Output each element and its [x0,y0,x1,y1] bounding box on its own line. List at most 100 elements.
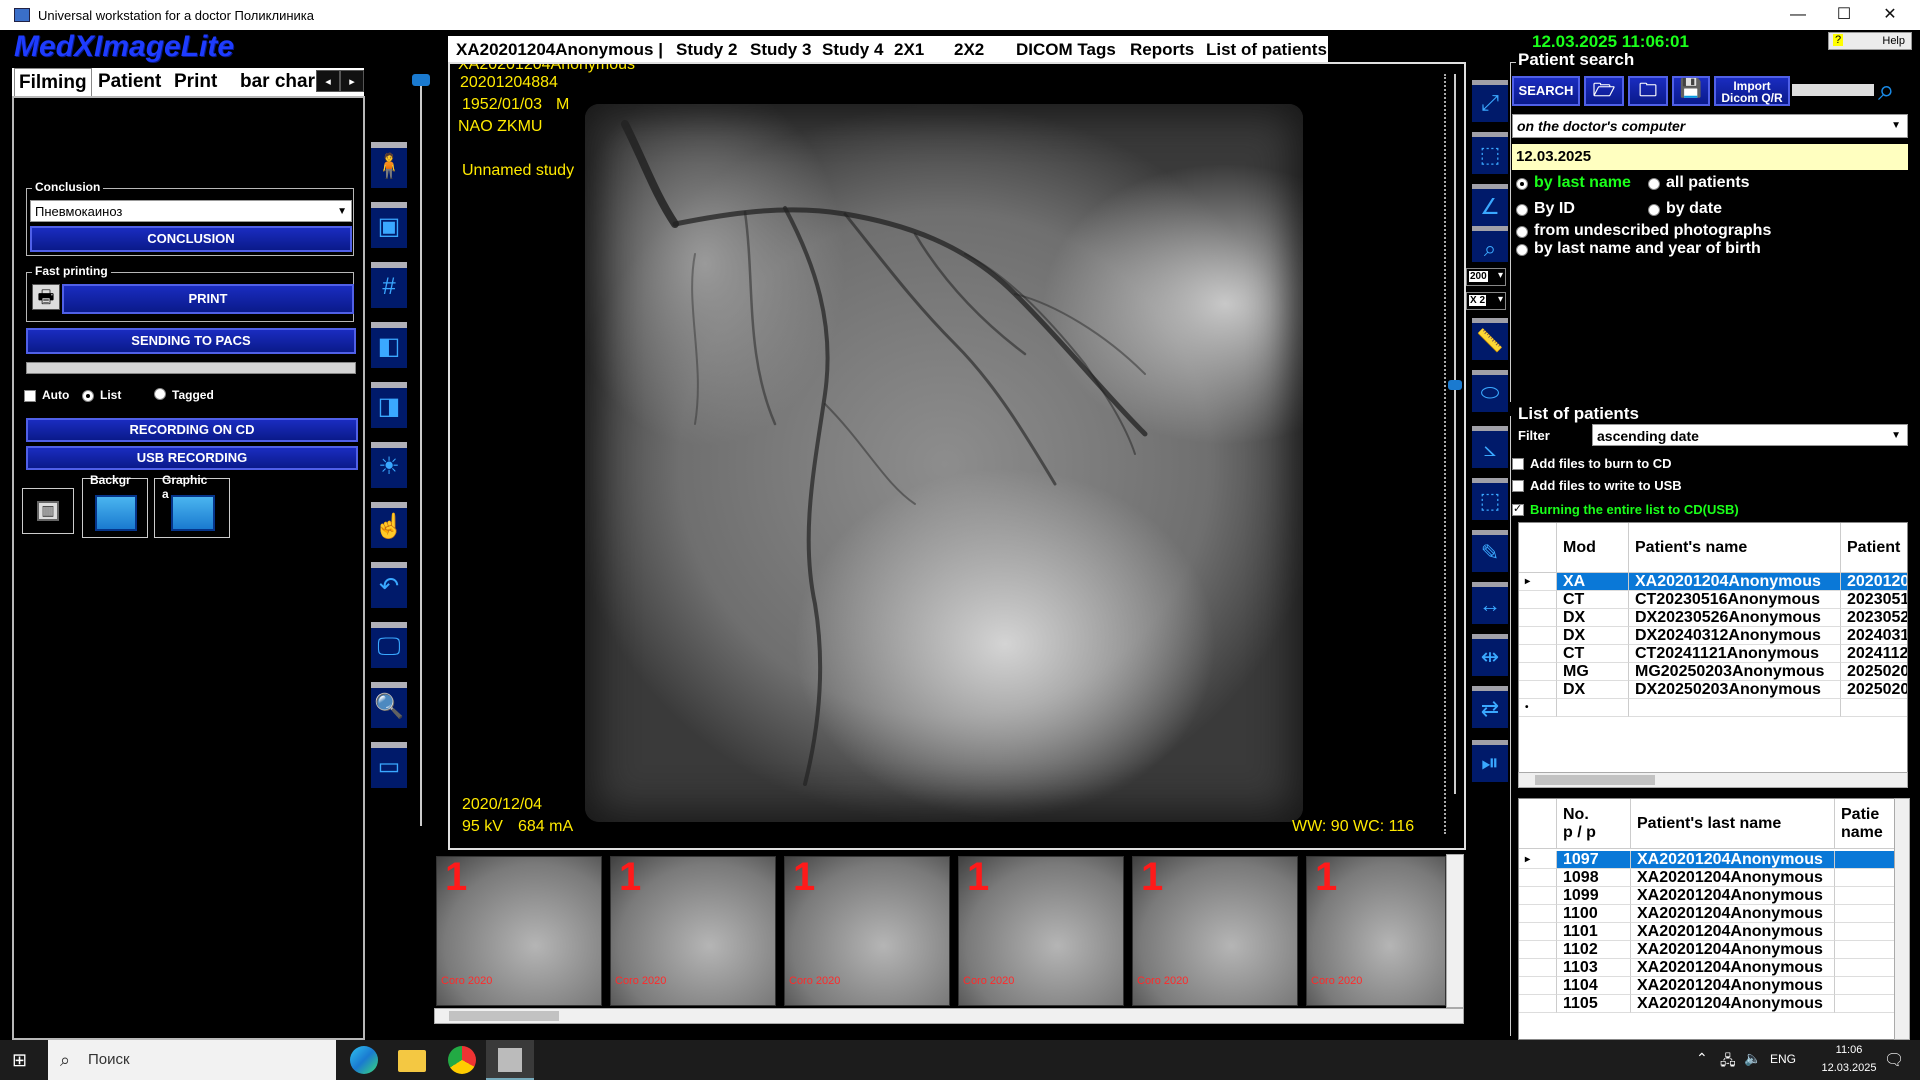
add-cd-checkbox[interactable] [1512,458,1524,470]
thumbnail-1[interactable]: 1 Coro 2020 [436,855,602,1006]
table-row[interactable]: ▸ 1097 XA20201204Anonymous [1519,851,1907,869]
network-icon[interactable]: 🖧 [1720,1050,1736,1074]
brightness-button[interactable]: ☀ [371,442,407,488]
tab-dicom-tags[interactable]: DICOM Tags [1016,36,1116,64]
table-row[interactable]: ▸ XA XA20201204Anonymous 2020120 [1519,573,1907,591]
table-row[interactable]: CT CT20241121Anonymous 2024112 [1519,645,1907,663]
images-vertical-scrollbar[interactable] [1894,798,1910,1040]
roi-button[interactable]: ⬚ [1472,478,1508,520]
background-button[interactable] [82,478,148,538]
tab-bar-chart[interactable]: bar char [236,68,319,96]
ellipse-button[interactable]: ⬭ [1472,370,1508,412]
tab-print[interactable]: Print [170,68,221,96]
conclusion-select[interactable]: Пневмокаиноз ▼ [30,200,352,222]
date-input[interactable]: 12.03.2025 [1512,144,1908,170]
column-header-patient-id[interactable]: Patient [1841,523,1907,573]
row-header[interactable] [1519,609,1557,627]
tab-study-3[interactable]: Study 3 [750,36,811,64]
column-header-number[interactable]: No. p / p [1557,799,1631,849]
row-header[interactable] [1519,681,1557,699]
column-header-mod[interactable]: Mod [1557,523,1629,573]
tab-scroll-right-icon[interactable]: ▸ [340,70,364,92]
image-scroll-track[interactable] [1454,74,1456,794]
thumbnail-scroll-thumb[interactable] [449,1011,559,1021]
select-region-button[interactable]: ⬚ [1472,132,1508,174]
by-last-name-year-radio[interactable] [1516,244,1528,256]
medximage-taskbar-item[interactable] [486,1040,534,1080]
undo-button[interactable]: ↶ [371,562,407,608]
table-row[interactable]: 1104 XA20201204Anonymous [1519,977,1907,995]
minimize-button[interactable]: — [1775,0,1821,30]
tab-reports[interactable]: Reports [1130,36,1194,64]
all-patients-radio[interactable] [1648,178,1660,190]
table-row[interactable]: DX DX20230526Anonymous 2023052 [1519,609,1907,627]
column-header-last-name[interactable]: Patient's last name [1631,799,1835,849]
table-row[interactable]: 1101 XA20201204Anonymous [1519,923,1907,941]
filter-select[interactable]: ascending date ▼ [1592,424,1908,446]
pencil-button[interactable]: ✎ [1472,530,1508,572]
thumbnail-horizontal-scrollbar[interactable] [434,1008,1464,1024]
frame-slider-thumb[interactable] [412,74,430,86]
open-dicomdir-button[interactable]: 🗀 [1628,76,1668,106]
patients-horizontal-scrollbar[interactable] [1518,772,1908,788]
row-header[interactable] [1519,941,1557,959]
notifications-icon[interactable]: 🗨 [1884,1050,1904,1070]
new-row[interactable]: • [1519,699,1907,717]
burn-all-checkbox[interactable] [1512,502,1524,516]
row-header[interactable] [1519,977,1557,995]
tab-scroll-left-icon[interactable]: ◂ [316,70,340,92]
thumbnail-vertical-scrollbar[interactable] [1446,854,1464,1008]
row-header[interactable] [1519,923,1557,941]
thumbnail-4[interactable]: 1 Coro 2020 [958,855,1124,1006]
row-header[interactable] [1519,645,1557,663]
swap-button[interactable]: ⇄ [1472,686,1508,728]
usb-recording-button[interactable]: USB RECORDING [26,446,358,470]
tab-study-2[interactable]: Study 2 [676,36,737,64]
frame-slider-track[interactable] [420,76,422,826]
play-pause-button[interactable]: ⏯ [1472,740,1508,782]
table-row[interactable]: 1100 XA20201204Anonymous [1519,905,1907,923]
patients-table[interactable]: Mod Patient's name Patient ▸ XA XA20201204… [1518,522,1908,774]
pan-button[interactable]: ☝ [371,502,407,548]
distance-button[interactable]: ↔ [1472,582,1508,624]
thumbnail-5[interactable]: 1 Coro 2020 [1132,855,1298,1006]
taskbar-search-input[interactable]: ⌕ Поиск [48,1040,336,1080]
help-button[interactable]: ? Help [1828,32,1912,50]
patients-scroll-thumb[interactable] [1535,775,1655,785]
rectangle-button[interactable]: ▭ [371,742,407,788]
import-dicom-qr-button[interactable]: Import Dicom Q/R [1714,76,1790,106]
layout-toggle-button[interactable]: ▥ [22,488,74,534]
table-row[interactable]: DX DX20250203Anonymous 2025020 [1519,681,1907,699]
thumbnail-3[interactable]: 1 Coro 2020 [784,855,950,1006]
calibrate-button[interactable]: ⇹ [1472,634,1508,676]
by-date-radio[interactable] [1648,204,1660,216]
image-viewer[interactable]: XA20201204Anonymous 20201204884 1952/01/… [448,62,1466,850]
tab-layout-2x1[interactable]: 2X1 [894,36,924,64]
by-id-radio[interactable] [1516,204,1528,216]
conclusion-button[interactable]: CONCLUSION [30,226,352,252]
row-header[interactable] [1519,663,1557,681]
search-icon[interactable]: ⌕ [1878,74,1912,108]
row-header[interactable] [1519,995,1557,1013]
chrome-browser-icon[interactable] [448,1046,476,1074]
taskbar-date[interactable]: 12.03.2025 [1814,1062,1884,1074]
row-header[interactable] [1519,591,1557,609]
tab-filming[interactable]: Filming [14,68,92,96]
cobb-angle-button[interactable]: ⦣ [1472,426,1508,468]
tab-list-of-patients[interactable]: List of patients [1206,36,1327,64]
close-button[interactable]: ✕ [1867,0,1913,30]
open-folder-button[interactable]: 🗁 [1584,76,1624,106]
flip-horizontal-button[interactable]: ◧ [371,322,407,368]
row-pointer-icon[interactable]: ▸ [1519,851,1557,869]
fit-screen-button[interactable]: ⤢ [1472,80,1508,122]
image-scroll-thumb[interactable] [1448,380,1462,390]
tray-chevron-up-icon[interactable]: ⌃ [1696,1050,1708,1067]
thumbnail-2[interactable]: 1 Coro 2020 [610,855,776,1006]
search-text-input[interactable] [1792,84,1874,96]
language-indicator[interactable]: ENG [1770,1052,1796,1066]
table-row[interactable]: 1099 XA20201204Anonymous [1519,887,1907,905]
table-row[interactable]: MG MG20250203Anonymous 2025020 [1519,663,1907,681]
tab-study-1[interactable]: XA20201204Anonymous | [456,36,663,64]
table-row[interactable]: 1105 XA20201204Anonymous [1519,995,1907,1013]
row-header[interactable] [1519,869,1557,887]
